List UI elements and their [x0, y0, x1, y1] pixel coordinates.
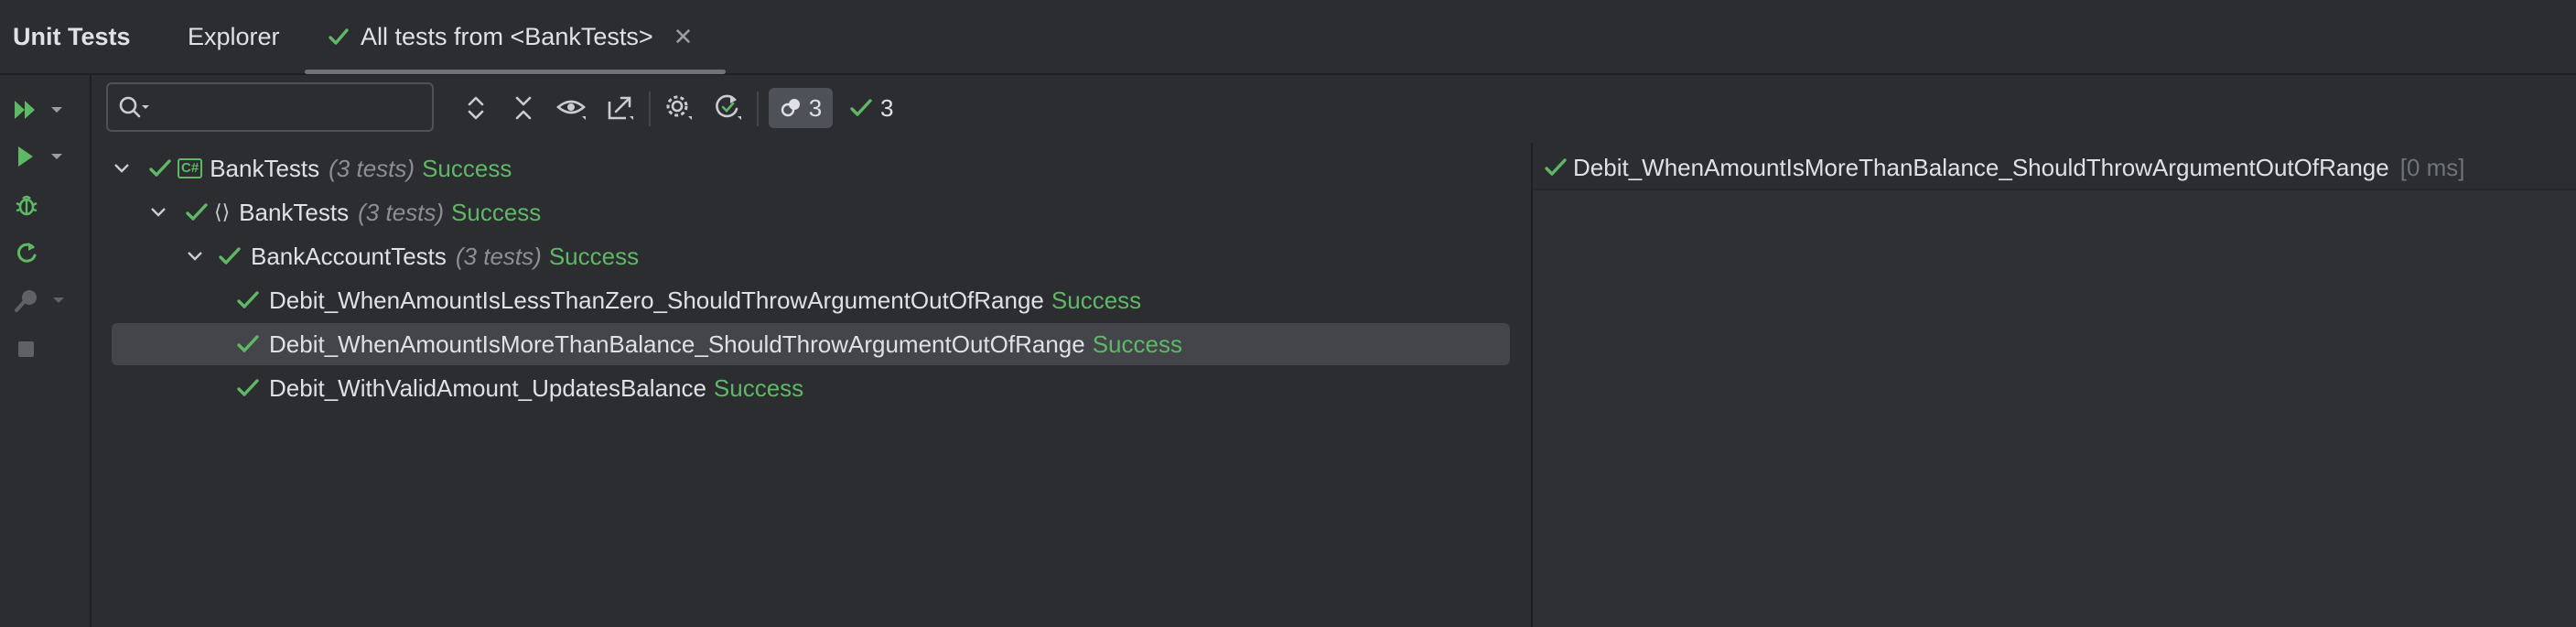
tab-label: All tests from <BankTests>	[361, 22, 653, 50]
csharp-project-icon: C#	[178, 158, 203, 178]
auto-test-icon	[713, 92, 744, 124]
debug-icon	[13, 191, 40, 219]
test-name: Debit_WithValidAmount_UpdatesBalance	[269, 373, 706, 402]
test-name: Debit_WhenAmountIsMoreThanBalance_Should…	[269, 330, 1085, 358]
check-icon	[236, 377, 260, 399]
status-label: Success	[1051, 286, 1142, 314]
run-all-icon	[13, 98, 40, 122]
export-button[interactable]	[602, 90, 639, 126]
tree-node-test-selected[interactable]: Debit_WhenAmountIsMoreThanBalance_Should…	[112, 323, 1510, 365]
settings-button[interactable]	[661, 90, 697, 126]
stop-icon	[13, 335, 40, 362]
show-icon	[555, 94, 588, 122]
tab-all-tests-session[interactable]: All tests from <BankTests> ✕	[328, 0, 693, 73]
profile-button[interactable]	[13, 283, 77, 318]
chevron-down-icon[interactable]	[49, 152, 64, 161]
node-name: BankTests	[239, 198, 350, 226]
test-count: (3 tests)	[455, 242, 542, 270]
search-box[interactable]	[106, 82, 434, 132]
tree-node-class[interactable]: BankAccountTests (3 tests) Success	[112, 235, 1510, 277]
collapse-all-icon	[512, 93, 535, 123]
status-label: Success	[1092, 330, 1182, 358]
rerun-button[interactable]	[13, 235, 77, 270]
node-name: BankTests	[210, 154, 320, 182]
passed-filter-button[interactable]: 3	[849, 88, 893, 128]
left-action-strip	[0, 75, 92, 627]
check-icon	[236, 333, 260, 355]
show-button[interactable]	[554, 90, 590, 126]
check-icon	[148, 157, 172, 179]
check-icon	[218, 245, 242, 267]
chevron-down-icon[interactable]	[51, 296, 66, 305]
test-tree: C# BankTests (3 tests) Success ⟨⟩ BankTe…	[92, 143, 1530, 627]
profile-icon	[13, 286, 42, 314]
rerun-icon	[13, 239, 40, 266]
check-icon	[849, 97, 873, 119]
tool-window-title: Unit Tests	[13, 22, 131, 50]
toolbar: 3 3	[92, 75, 2576, 141]
status-label: Success	[713, 373, 804, 402]
tab-bar: Unit Tests Explorer All tests from <Bank…	[0, 0, 2576, 75]
status-label: Success	[451, 198, 542, 226]
run-all-button[interactable]	[13, 92, 77, 127]
expand-all-icon	[464, 93, 488, 123]
toolbar-separator	[757, 92, 759, 126]
tree-node-namespace[interactable]: ⟨⟩ BankTests (3 tests) Success	[112, 191, 1510, 233]
chevron-down-icon[interactable]	[185, 246, 205, 266]
output-test-name: Debit_WhenAmountIsMoreThanBalance_Should…	[1573, 153, 2389, 181]
tree-node-test[interactable]: Debit_WhenAmountIsLessThanZero_ShouldThr…	[112, 279, 1510, 321]
stop-button[interactable]	[13, 331, 77, 366]
run-icon	[13, 145, 40, 168]
status-label: Success	[422, 154, 512, 182]
test-duration: [0 ms]	[2399, 153, 2465, 181]
debug-button[interactable]	[13, 188, 77, 222]
check-icon	[185, 201, 209, 223]
run-button[interactable]	[13, 139, 77, 174]
test-name: Debit_WhenAmountIsLessThanZero_ShouldThr…	[269, 286, 1044, 314]
test-count: (3 tests)	[358, 198, 445, 226]
check-icon	[236, 289, 260, 311]
chevron-down-icon[interactable]	[49, 105, 64, 114]
filter-toggle-button[interactable]: 3	[769, 88, 833, 128]
active-tab-indicator	[305, 70, 726, 74]
output-body	[1533, 190, 2576, 627]
close-icon[interactable]: ✕	[674, 23, 694, 51]
namespace-icon: ⟨⟩	[214, 200, 231, 223]
search-input[interactable]	[161, 90, 430, 126]
tree-node-test[interactable]: Debit_WithValidAmount_UpdatesBalance Suc…	[112, 367, 1510, 409]
chevron-down-icon[interactable]	[112, 158, 132, 178]
output-test-result: Debit_WhenAmountIsMoreThanBalance_Should…	[1544, 146, 2465, 189]
search-icon	[117, 94, 154, 122]
check-icon	[1544, 157, 1568, 178]
filter-count: 3	[808, 93, 823, 122]
status-label: Success	[548, 242, 640, 270]
export-icon	[605, 92, 636, 124]
passed-count: 3	[880, 93, 894, 122]
tree-node-project[interactable]: C# BankTests (3 tests) Success	[112, 147, 1510, 189]
check-icon	[328, 26, 350, 48]
settings-icon	[663, 92, 695, 124]
tab-explorer[interactable]: Explorer	[188, 0, 280, 73]
auto-test-button[interactable]	[710, 90, 747, 126]
filter-icon	[780, 96, 803, 120]
test-count: (3 tests)	[329, 154, 415, 182]
collapse-all-button[interactable]	[505, 90, 542, 126]
node-name: BankAccountTests	[251, 242, 447, 270]
chevron-down-icon[interactable]	[148, 202, 168, 222]
toolbar-separator	[649, 92, 651, 126]
output-panel: Debit_WhenAmountIsMoreThanBalance_Should…	[1533, 143, 2576, 627]
expand-all-button[interactable]	[458, 90, 494, 126]
